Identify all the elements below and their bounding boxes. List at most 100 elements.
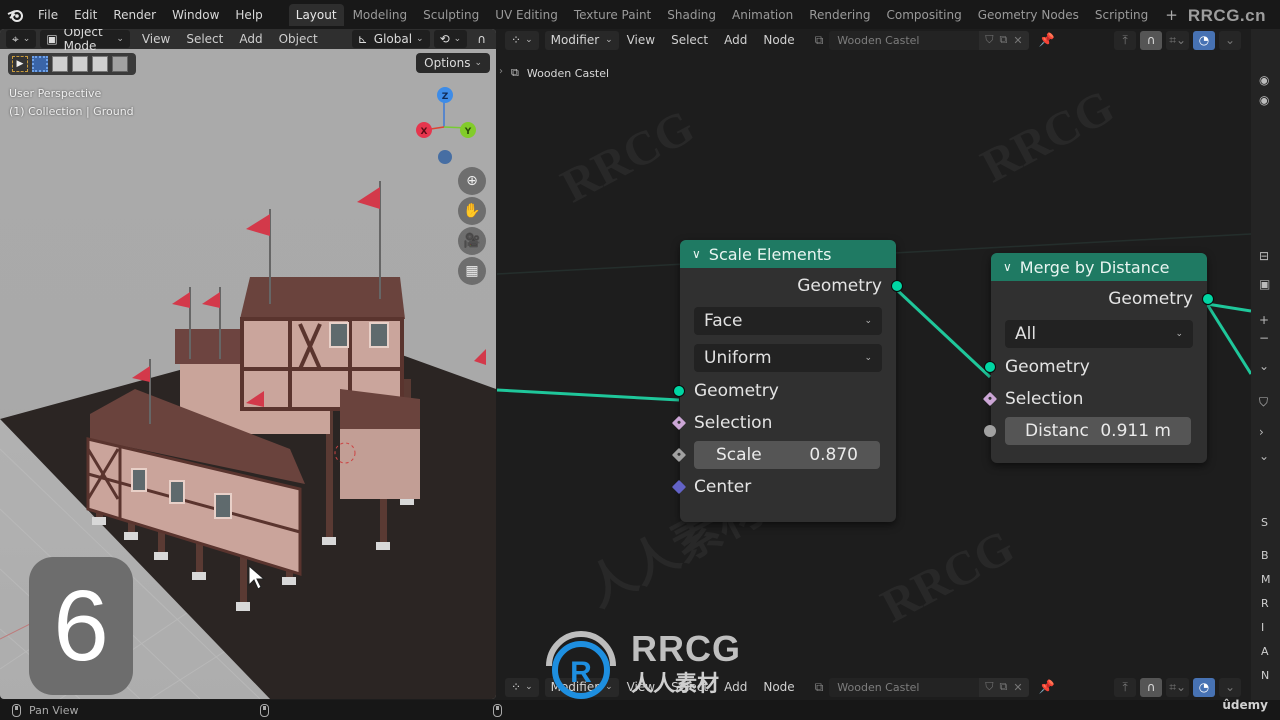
add-workspace-button[interactable]: +	[1157, 6, 1186, 24]
node-group-name-field[interactable]: Wooden Castel	[829, 30, 980, 50]
object-data-icon[interactable]: ▣	[1259, 277, 1270, 291]
collapse-chevron-icon[interactable]: ∨	[1003, 260, 1012, 274]
tab-texture-paint[interactable]: Texture Paint	[567, 4, 658, 26]
select-new-icon[interactable]	[32, 56, 48, 72]
editor-type-button[interactable]: ⁘ ⌄	[505, 30, 539, 50]
tab-geometry-nodes[interactable]: Geometry Nodes	[971, 4, 1086, 26]
duplicate-icon[interactable]: ⧉	[1000, 33, 1008, 47]
overlays-chevron-icon[interactable]: ⌄	[1219, 677, 1241, 697]
menu-help[interactable]: Help	[227, 8, 270, 22]
expand-arrow-icon[interactable]: ›	[1259, 425, 1264, 439]
snap-icon[interactable]: ∩	[1140, 30, 1163, 50]
chevron-down-icon[interactable]: ⌄	[1259, 449, 1269, 463]
scale-mode-dropdown[interactable]: Uniform ⌄	[694, 344, 882, 372]
tab-compositing[interactable]: Compositing	[879, 4, 968, 26]
tab-modeling[interactable]: Modeling	[346, 4, 415, 26]
tab-sculpting[interactable]: Sculpting	[416, 4, 486, 26]
chevron-down-icon[interactable]: ⌄	[1259, 359, 1269, 373]
snap-icon[interactable]: ∩	[1140, 677, 1163, 697]
render-camera-icon[interactable]: ◉	[1259, 73, 1269, 87]
node-menu-view[interactable]: View	[619, 33, 663, 47]
overlays-icon[interactable]: ◔	[1193, 677, 1215, 697]
select-invert-icon[interactable]	[92, 56, 108, 72]
shield-icon[interactable]: ⛉	[1259, 395, 1268, 410]
snap-toggle[interactable]: ∩	[471, 30, 492, 48]
blender-logo-icon[interactable]	[0, 8, 30, 22]
close-icon[interactable]: ✕	[1013, 681, 1022, 694]
tab-rendering[interactable]: Rendering	[802, 4, 877, 26]
toggle-ortho-button[interactable]: ▦	[458, 257, 486, 285]
overlays-icon[interactable]: ◔	[1193, 30, 1215, 50]
node-menu-select[interactable]: Select	[663, 33, 716, 47]
expand-arrow-icon[interactable]: ›	[499, 66, 503, 77]
camera-view-button[interactable]: 🎥	[458, 227, 486, 255]
pivot-point-dropdown[interactable]: ⟲ ⌄	[433, 30, 468, 48]
editor-type-button[interactable]: ⌖ ⌄	[6, 30, 37, 48]
overlays-chevron-icon[interactable]: ⌄	[1219, 30, 1241, 50]
select-tool-icon[interactable]: ▶	[12, 56, 28, 72]
node-header[interactable]: ∨ Scale Elements	[680, 240, 896, 268]
viewport-menu-object[interactable]: Object	[271, 32, 326, 46]
menu-render[interactable]: Render	[105, 8, 164, 22]
transform-orientation-dropdown[interactable]: ⊾ Global ⌄	[351, 30, 430, 48]
fake-user-icon[interactable]: ⛉	[985, 680, 993, 694]
node-menu-add[interactable]: Add	[716, 33, 755, 47]
geometry-node-type-dropdown[interactable]: Modifier ⌄	[544, 30, 619, 50]
node-menu-view[interactable]: View	[619, 680, 663, 694]
options-dropdown[interactable]: Options ⌄	[416, 53, 490, 73]
pan-view-button[interactable]: ✋	[458, 197, 486, 225]
gizmo-neg-z[interactable]	[438, 150, 452, 164]
menu-file[interactable]: File	[30, 8, 66, 22]
node-menu-select[interactable]: Select	[663, 680, 716, 694]
distance-field[interactable]: Distanc 0.911 m	[1005, 417, 1191, 445]
pin-icon[interactable]: 📌	[1039, 33, 1055, 48]
input-geometry-socket[interactable]	[673, 385, 685, 397]
geometry-node-type-dropdown[interactable]: Modifier ⌄	[544, 677, 619, 697]
tab-layout[interactable]: Layout	[288, 3, 344, 26]
node-group-browse-button[interactable]: ⧉	[809, 678, 830, 697]
pin-icon[interactable]: 📌	[1039, 680, 1055, 695]
node-editor[interactable]: RRCG RRCG RRCG 人人素材 ⁘ ⌄ Modifier ⌄ View Se…	[497, 29, 1251, 700]
input-geometry-socket[interactable]	[984, 361, 996, 373]
domain-dropdown[interactable]: Face ⌄	[694, 307, 882, 335]
snap-target-icon[interactable]: ⌗⌄	[1166, 30, 1189, 50]
merge-mode-dropdown[interactable]: All ⌄	[1005, 320, 1193, 348]
node-merge-by-distance[interactable]: ∨ Merge by Distance Geometry All ⌄ Geometr…	[982, 253, 1214, 463]
parent-node-tree-icon[interactable]: ⤒	[1114, 30, 1137, 50]
zoom-view-button[interactable]: ⊕	[458, 167, 486, 195]
close-icon[interactable]: ✕	[1013, 34, 1022, 47]
snap-target-icon[interactable]: ⌗⌄	[1166, 677, 1189, 697]
editor-type-button[interactable]: ⁘ ⌄	[505, 677, 539, 697]
select-intersect-icon[interactable]	[112, 56, 128, 72]
remove-icon[interactable]: −	[1259, 331, 1269, 345]
node-group-browse-button[interactable]: ⧉	[809, 31, 830, 50]
node-menu-add[interactable]: Add	[716, 680, 755, 694]
output-geometry-socket[interactable]	[1202, 293, 1214, 305]
duplicate-icon[interactable]: ⧉	[1000, 680, 1008, 694]
node-header[interactable]: ∨ Merge by Distance	[991, 253, 1207, 281]
3d-viewport[interactable]: ⌖ ⌄ ▣ Object Mode ⌄ View Select Add Object …	[0, 29, 496, 699]
scale-field[interactable]: Scale 0.870	[694, 441, 880, 469]
navigation-gizmo[interactable]: Z X Y	[412, 87, 496, 177]
menu-edit[interactable]: Edit	[66, 8, 105, 22]
viewport-menu-select[interactable]: Select	[178, 32, 231, 46]
collapse-chevron-icon[interactable]: ∨	[692, 247, 701, 261]
output-camera-icon[interactable]: ◉	[1259, 93, 1269, 107]
node-scale-elements[interactable]: ∨ Scale Elements Geometry Face ⌄ Uniform ⌄ …	[671, 240, 903, 522]
viewport-menu-add[interactable]: Add	[231, 32, 270, 46]
node-group-name-field[interactable]: Wooden Castel	[829, 677, 980, 697]
toggle-icon[interactable]: ⊟	[1259, 249, 1269, 263]
node-menu-node[interactable]: Node	[755, 680, 802, 694]
output-geometry-socket[interactable]	[891, 280, 903, 292]
tab-scripting[interactable]: Scripting	[1088, 4, 1155, 26]
viewport-menu-view[interactable]: View	[134, 32, 178, 46]
input-distance-socket[interactable]	[984, 425, 996, 437]
parent-node-tree-icon[interactable]: ⤒	[1114, 677, 1137, 697]
fake-user-icon[interactable]: ⛉	[985, 33, 993, 47]
node-menu-node[interactable]: Node	[755, 33, 802, 47]
add-icon[interactable]: +	[1259, 313, 1269, 327]
object-mode-dropdown[interactable]: ▣ Object Mode ⌄	[40, 29, 130, 53]
select-extend-icon[interactable]	[52, 56, 68, 72]
select-subtract-icon[interactable]	[72, 56, 88, 72]
tab-shading[interactable]: Shading	[660, 4, 723, 26]
